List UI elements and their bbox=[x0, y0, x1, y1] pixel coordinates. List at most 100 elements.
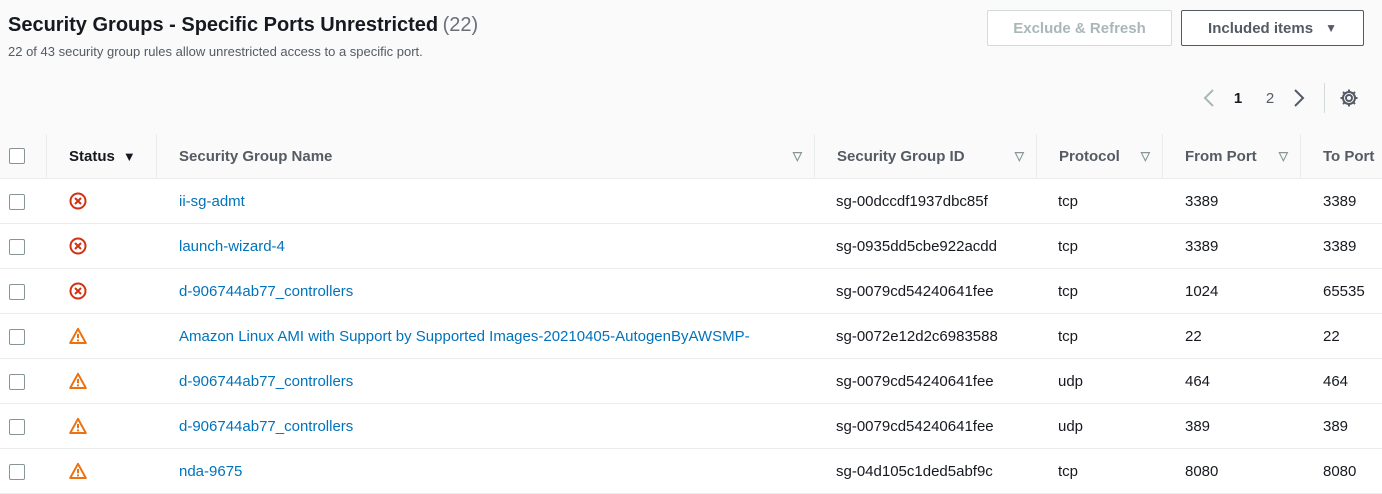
column-id-label: Security Group ID bbox=[837, 147, 965, 165]
row-select-cell bbox=[0, 448, 46, 494]
to-port-cell: 3389 bbox=[1300, 178, 1382, 224]
security-group-name-cell: Amazon Linux AMI with Support by Support… bbox=[156, 313, 814, 359]
column-security-group-id[interactable]: Security Group ID ▽ bbox=[814, 134, 1036, 179]
gear-icon[interactable] bbox=[1337, 86, 1361, 110]
to-port-cell: 464 bbox=[1300, 358, 1382, 404]
included-items-button[interactable]: Included items ▼ bbox=[1181, 10, 1364, 46]
security-groups-table: Status ▼ Security Group Name ▽ Security … bbox=[0, 134, 1382, 494]
from-port-cell: 22 bbox=[1162, 313, 1300, 359]
protocol-cell: udp bbox=[1036, 403, 1162, 449]
column-status-label: Status bbox=[69, 147, 115, 165]
row-checkbox[interactable] bbox=[9, 238, 25, 255]
protocol-cell: tcp bbox=[1036, 448, 1162, 494]
row-select-cell bbox=[0, 178, 46, 224]
row-select-cell bbox=[0, 313, 46, 359]
pagination: 1 2 bbox=[1196, 83, 1361, 113]
warning-triangle-icon bbox=[69, 462, 87, 480]
security-group-id-cell: sg-0935dd5cbe922acdd bbox=[814, 223, 1036, 269]
security-group-link[interactable]: launch-wizard-4 bbox=[179, 238, 285, 255]
security-group-id-cell: sg-00dccdf1937dbc85f bbox=[814, 178, 1036, 224]
row-select-cell bbox=[0, 403, 46, 449]
pagination-divider bbox=[1324, 83, 1325, 113]
error-circle-icon bbox=[69, 282, 87, 300]
security-group-link[interactable]: d-906744ab77_controllers bbox=[179, 373, 353, 390]
page-description: 22 of 43 security group rules allow unre… bbox=[8, 44, 423, 59]
security-group-link[interactable]: d-906744ab77_controllers bbox=[179, 283, 353, 300]
to-port-cell: 389 bbox=[1300, 403, 1382, 449]
security-group-name-cell: d-906744ab77_controllers bbox=[156, 403, 814, 449]
security-group-id-cell: sg-04d105c1ded5abf9c bbox=[814, 448, 1036, 494]
protocol-cell: udp bbox=[1036, 358, 1162, 404]
table-row[interactable]: d-906744ab77_controllers sg-0079cd5424064… bbox=[0, 268, 1382, 314]
row-checkbox[interactable] bbox=[9, 463, 25, 480]
column-status[interactable]: Status ▼ bbox=[46, 134, 156, 179]
row-checkbox[interactable] bbox=[9, 373, 25, 390]
to-port-cell: 22 bbox=[1300, 313, 1382, 359]
row-checkbox[interactable] bbox=[9, 193, 25, 210]
table-row[interactable]: d-906744ab77_controllers sg-0079cd5424064… bbox=[0, 403, 1382, 449]
table-row[interactable]: ii-sg-admt sg-00dccdf1937dbc85f tcp 3389 338… bbox=[0, 178, 1382, 224]
security-group-id-cell: sg-0072e12d2c6983588 bbox=[814, 313, 1036, 359]
protocol-cell: tcp bbox=[1036, 313, 1162, 359]
column-name-label: Security Group Name bbox=[179, 147, 333, 165]
page-number-2[interactable]: 2 bbox=[1254, 90, 1286, 107]
warning-triangle-icon bbox=[69, 372, 87, 390]
column-security-group-name[interactable]: Security Group Name ▽ bbox=[156, 134, 814, 179]
exclude-refresh-button[interactable]: Exclude & Refresh bbox=[987, 10, 1172, 46]
from-port-cell: 3389 bbox=[1162, 223, 1300, 269]
row-checkbox[interactable] bbox=[9, 418, 25, 435]
to-port-cell: 8080 bbox=[1300, 448, 1382, 494]
to-port-cell: 3389 bbox=[1300, 223, 1382, 269]
sort-icon[interactable]: ▽ bbox=[793, 149, 802, 163]
caret-down-icon: ▼ bbox=[1325, 21, 1337, 35]
security-group-link[interactable]: d-906744ab77_controllers bbox=[179, 418, 353, 435]
result-count: (22) bbox=[442, 14, 479, 36]
table-header-panel: Security Groups - Specific Ports Unrestr… bbox=[0, 0, 1382, 135]
security-group-name-cell: d-906744ab77_controllers bbox=[156, 358, 814, 404]
row-select-cell bbox=[0, 268, 46, 314]
select-all-checkbox[interactable] bbox=[9, 148, 25, 164]
security-group-link[interactable]: ii-sg-admt bbox=[179, 193, 245, 210]
page-title: Security Groups - Specific Ports Unrestr… bbox=[8, 14, 478, 37]
from-port-cell: 464 bbox=[1162, 358, 1300, 404]
column-protocol-label: Protocol bbox=[1059, 147, 1120, 165]
security-group-id-cell: sg-0079cd54240641fee bbox=[814, 358, 1036, 404]
page-number-1[interactable]: 1 bbox=[1222, 90, 1254, 107]
table-row[interactable]: Amazon Linux AMI with Support by Support… bbox=[0, 313, 1382, 359]
status-cell bbox=[46, 223, 156, 269]
row-checkbox[interactable] bbox=[9, 283, 25, 300]
protocol-cell: tcp bbox=[1036, 178, 1162, 224]
error-circle-icon bbox=[69, 237, 87, 255]
security-group-link[interactable]: nda-9675 bbox=[179, 463, 242, 480]
to-port-cell: 65535 bbox=[1300, 268, 1382, 314]
from-port-cell: 8080 bbox=[1162, 448, 1300, 494]
column-from-port[interactable]: From Port ▽ bbox=[1162, 134, 1300, 179]
row-select-cell bbox=[0, 358, 46, 404]
error-circle-icon bbox=[69, 192, 87, 210]
row-checkbox[interactable] bbox=[9, 328, 25, 345]
status-cell bbox=[46, 358, 156, 404]
status-cell bbox=[46, 178, 156, 224]
security-group-name-cell: launch-wizard-4 bbox=[156, 223, 814, 269]
included-items-label: Included items bbox=[1208, 19, 1314, 37]
security-group-name-cell: ii-sg-admt bbox=[156, 178, 814, 224]
table-row[interactable]: d-906744ab77_controllers sg-0079cd5424064… bbox=[0, 358, 1382, 404]
previous-page-icon[interactable] bbox=[1196, 84, 1222, 112]
table-row[interactable]: launch-wizard-4 sg-0935dd5cbe922acdd tcp 33… bbox=[0, 223, 1382, 269]
column-to-port[interactable]: To Port bbox=[1300, 134, 1382, 179]
column-protocol[interactable]: Protocol ▽ bbox=[1036, 134, 1162, 179]
table-row[interactable]: nda-9675 sg-04d105c1ded5abf9c tcp 8080 8080 bbox=[0, 448, 1382, 494]
sort-icon[interactable]: ▽ bbox=[1279, 149, 1288, 163]
next-page-icon[interactable] bbox=[1286, 84, 1312, 112]
sort-descending-icon[interactable]: ▼ bbox=[123, 149, 136, 164]
security-group-link[interactable]: Amazon Linux AMI with Support by Support… bbox=[179, 328, 750, 345]
title-text: Security Groups - Specific Ports Unrestr… bbox=[8, 14, 439, 36]
security-group-id-cell: sg-0079cd54240641fee bbox=[814, 268, 1036, 314]
column-from-port-label: From Port bbox=[1185, 147, 1257, 165]
status-cell bbox=[46, 403, 156, 449]
row-select-cell bbox=[0, 223, 46, 269]
sort-icon[interactable]: ▽ bbox=[1141, 149, 1150, 163]
status-cell bbox=[46, 448, 156, 494]
sort-icon[interactable]: ▽ bbox=[1015, 149, 1024, 163]
security-group-name-cell: nda-9675 bbox=[156, 448, 814, 494]
